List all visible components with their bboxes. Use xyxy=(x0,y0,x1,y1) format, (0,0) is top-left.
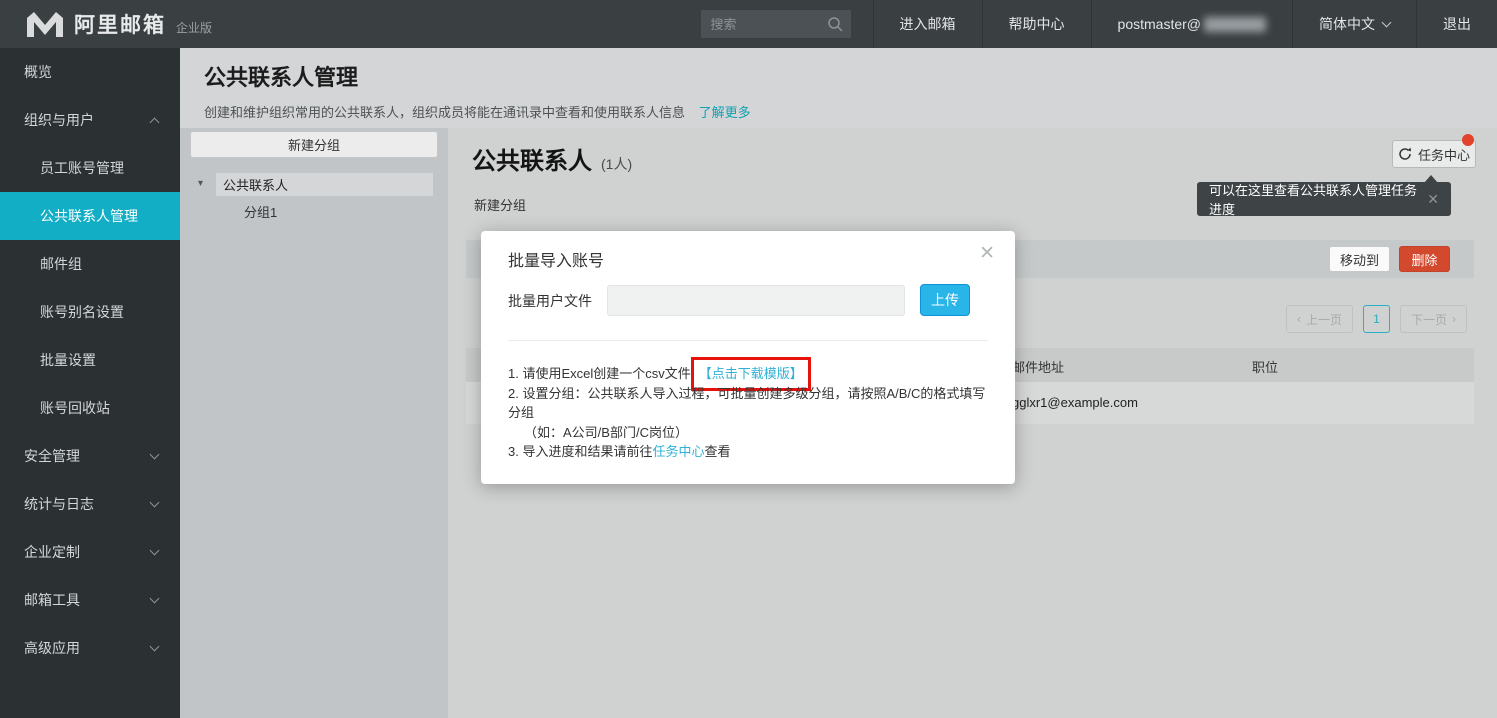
batch-import-dialog: 批量导入账号 ✕ 批量用户文件 上传 1. 请使用Excel创建一个csv文件【… xyxy=(481,231,1015,484)
sidebar-item-mail-groups[interactable]: 邮件组 xyxy=(0,240,180,288)
logout-link[interactable]: 退出 xyxy=(1416,0,1497,48)
contacts-count: (1人) xyxy=(601,156,632,172)
sidebar-item-public-contacts[interactable]: 公共联系人管理 xyxy=(0,192,180,240)
instruction-line-1: 1. 请使用Excel创建一个csv文件【点击下载模版】 xyxy=(508,364,994,384)
tree-expander-icon[interactable]: ▾ xyxy=(198,178,203,189)
chevron-up-icon xyxy=(150,118,160,128)
language-label: 简体中文 xyxy=(1319,14,1375,34)
new-group-button[interactable]: 新建分组 xyxy=(190,131,438,158)
alimail-admin-app: 阿里邮箱 企业版 进入邮箱 帮助中心 postmaster@ 简体中文 退出 xyxy=(0,0,1497,718)
dialog-close-icon[interactable]: ✕ xyxy=(979,242,995,265)
task-center-link[interactable]: 任务中心 xyxy=(652,444,704,459)
batch-file-label: 批量用户文件 xyxy=(508,291,592,311)
chevron-down-icon xyxy=(150,498,160,508)
next-page-label: 下一页 xyxy=(1411,311,1447,328)
sidebar-item-label: 邮箱工具 xyxy=(24,590,80,610)
account-name: postmaster@ xyxy=(1118,16,1201,32)
column-position: 职位 xyxy=(1252,357,1278,376)
notification-dot xyxy=(1462,134,1474,146)
next-arrow-icon: › xyxy=(1452,312,1456,326)
instruction-line-1-text: 1. 请使用Excel创建一个csv文件 xyxy=(508,366,691,381)
sidebar-item-batch-settings[interactable]: 批量设置 xyxy=(0,336,180,384)
instruction-line-2: 2. 设置分组：公共联系人导入过程，可批量创建多级分组，请按照A/B/C的格式填… xyxy=(508,384,994,423)
brand: 阿里邮箱 企业版 xyxy=(0,9,212,39)
alimail-logo xyxy=(26,11,64,37)
sidebar: 概览 组织与用户 员工账号管理 公共联系人管理 邮件组 账号别名设置 批量设置 … xyxy=(0,48,180,718)
sidebar-item-enterprise-custom[interactable]: 企业定制 xyxy=(0,528,180,576)
account-menu[interactable]: postmaster@ xyxy=(1091,0,1292,48)
sidebar-item-label: 安全管理 xyxy=(24,446,80,466)
topbar: 阿里邮箱 企业版 进入邮箱 帮助中心 postmaster@ 简体中文 退出 xyxy=(0,0,1497,48)
batch-file-input[interactable] xyxy=(607,285,905,316)
brand-edition: 企业版 xyxy=(176,19,212,36)
instruction-line-3: （如：A公司/B部门/C岗位） xyxy=(508,423,994,443)
sidebar-item-label: 统计与日志 xyxy=(24,494,94,514)
download-template-link[interactable]: 【点击下载模版】 xyxy=(699,366,803,381)
page-number-1[interactable]: 1 xyxy=(1363,305,1390,333)
sidebar-item-account-recycle[interactable]: 账号回收站 xyxy=(0,384,180,432)
chevron-down-icon xyxy=(1382,17,1392,27)
task-center-label: 任务中心 xyxy=(1418,145,1470,164)
prev-page-label: 上一页 xyxy=(1306,311,1342,328)
page-description: 创建和维护组织常用的公共联系人，组织成员将能在通讯录中查看和使用联系人信息 了解… xyxy=(204,102,1497,121)
page-header: 公共联系人管理 创建和维护组织常用的公共联系人，组织成员将能在通讯录中查看和使用… xyxy=(180,48,1497,128)
chevron-down-icon xyxy=(150,594,160,604)
sidebar-item-advanced-apps[interactable]: 高级应用 xyxy=(0,624,180,672)
sidebar-item-stats-logs[interactable]: 统计与日志 xyxy=(0,480,180,528)
page-description-text: 创建和维护组织常用的公共联系人，组织成员将能在通讯录中查看和使用联系人信息 xyxy=(204,105,685,120)
language-menu[interactable]: 简体中文 xyxy=(1292,0,1416,48)
enter-mailbox-link[interactable]: 进入邮箱 xyxy=(873,0,982,48)
redacted-domain xyxy=(1204,17,1266,32)
chevron-down-icon xyxy=(150,450,160,460)
page-title: 公共联系人管理 xyxy=(204,60,1497,92)
chevron-down-icon xyxy=(150,546,160,556)
prev-page-button[interactable]: ‹ 上一页 xyxy=(1286,305,1353,333)
help-center-link[interactable]: 帮助中心 xyxy=(982,0,1091,48)
search-icon[interactable] xyxy=(827,16,843,32)
search-box xyxy=(701,10,851,38)
sidebar-item-account-alias[interactable]: 账号别名设置 xyxy=(0,288,180,336)
sync-icon xyxy=(1398,147,1412,161)
task-center-tooltip: 可以在这里查看公共联系人管理任务进度 ✕ xyxy=(1197,182,1451,216)
sidebar-item-overview[interactable]: 概览 xyxy=(0,48,180,96)
move-to-button[interactable]: 移动到 xyxy=(1329,246,1390,272)
contact-email-cell: gglxr1@example.com xyxy=(1012,395,1138,410)
tooltip-text: 可以在这里查看公共联系人管理任务进度 xyxy=(1209,180,1427,218)
tree-node-group1[interactable]: 分组1 xyxy=(244,202,277,221)
prev-arrow-icon: ‹ xyxy=(1297,312,1301,326)
sidebar-item-org-users[interactable]: 组织与用户 xyxy=(0,96,180,144)
sidebar-item-label: 高级应用 xyxy=(24,638,80,658)
next-page-button[interactable]: 下一页 › xyxy=(1400,305,1467,333)
sidebar-item-label: 组织与用户 xyxy=(24,110,94,130)
sidebar-item-mail-tools[interactable]: 邮箱工具 xyxy=(0,576,180,624)
instruction-line-4-suffix: 查看 xyxy=(704,444,730,459)
chevron-down-icon xyxy=(150,642,160,652)
learn-more-link[interactable]: 了解更多 xyxy=(699,105,751,120)
sidebar-item-employee-accounts[interactable]: 员工账号管理 xyxy=(0,144,180,192)
upload-button[interactable]: 上传 xyxy=(920,284,970,316)
topbar-menu: 进入邮箱 帮助中心 postmaster@ 简体中文 退出 xyxy=(701,0,1497,48)
brand-name: 阿里邮箱 xyxy=(74,9,166,39)
contacts-title-text: 公共联系人 xyxy=(472,148,592,175)
column-email-address: 邮件地址 xyxy=(1012,357,1064,376)
pagination: ‹ 上一页 1 下一页 › xyxy=(1286,305,1467,333)
instruction-line-4-prefix: 3. 导入进度和结果请前往 xyxy=(508,444,652,459)
import-instructions: 1. 请使用Excel创建一个csv文件【点击下载模版】 2. 设置分组：公共联… xyxy=(508,364,994,462)
tooltip-close-icon[interactable]: ✕ xyxy=(1427,191,1439,208)
sidebar-item-security[interactable]: 安全管理 xyxy=(0,432,180,480)
instruction-line-4: 3. 导入进度和结果请前往任务中心查看 xyxy=(508,442,994,462)
tree-node-public-contacts[interactable]: 公共联系人 xyxy=(216,173,433,196)
delete-button[interactable]: 删除 xyxy=(1399,246,1450,272)
contacts-title: 公共联系人 (1人) xyxy=(472,141,632,176)
sidebar-item-label: 企业定制 xyxy=(24,542,80,562)
new-group-inline-link[interactable]: 新建分组 xyxy=(474,195,526,214)
dialog-divider xyxy=(508,340,988,341)
dialog-title: 批量导入账号 xyxy=(508,247,604,271)
group-tree-panel: 新建分组 ▾ 公共联系人 分组1 xyxy=(180,128,448,718)
